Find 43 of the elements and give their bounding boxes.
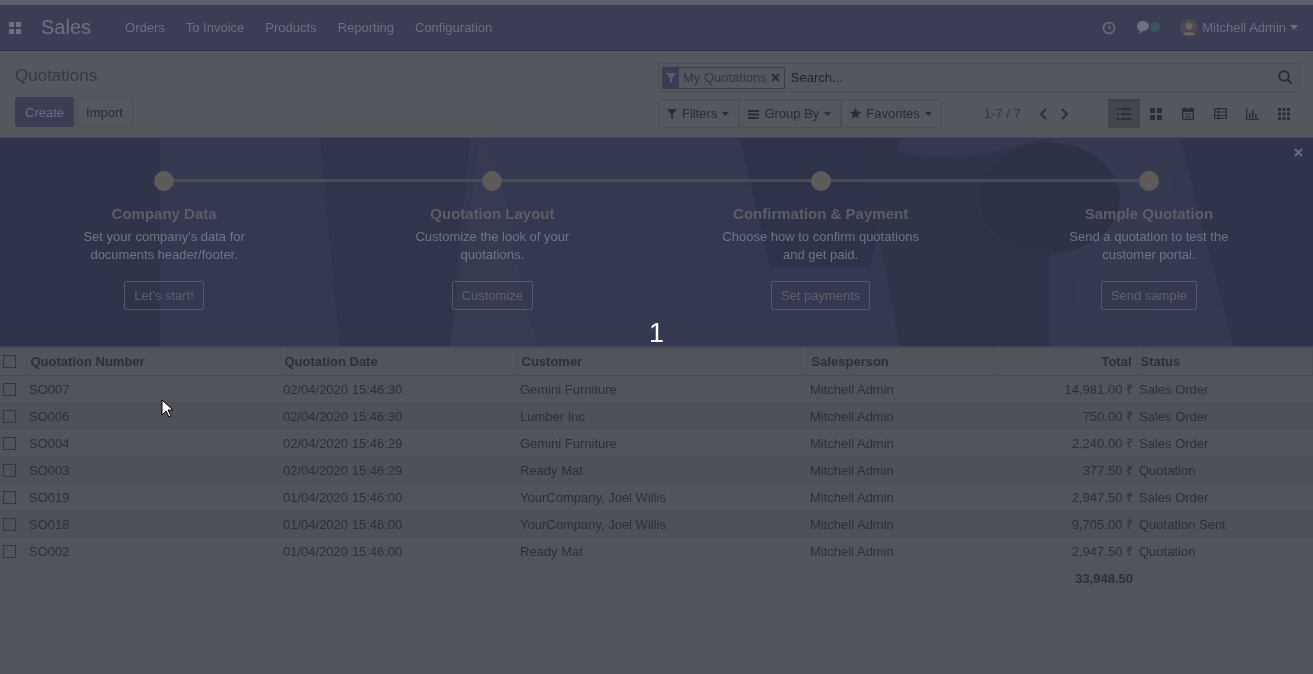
filter-icon: [666, 72, 676, 83]
avatar-icon: [1180, 18, 1199, 37]
row-checkbox[interactable]: [3, 463, 16, 477]
step-dot-icon: [482, 171, 503, 191]
step-description: Set your company's data for documents header/footer.: [82, 228, 246, 264]
step-description: Send a quotation to test the customer portal.: [1068, 228, 1230, 264]
remove-icon[interactable]: [770, 73, 780, 82]
search-icon[interactable]: [1278, 70, 1293, 85]
close-icon: [1294, 148, 1303, 157]
clock-icon[interactable]: [1102, 20, 1117, 35]
caret-icon: [722, 111, 730, 116]
close-button[interactable]: [1294, 148, 1303, 157]
caret-icon: [924, 111, 932, 116]
apps-menu-icon[interactable]: [9, 21, 21, 34]
row-checkbox[interactable]: [3, 517, 16, 531]
step-description: Choose how to confirm quotations and get paid.: [721, 228, 920, 264]
list-view-button[interactable]: [1108, 99, 1140, 128]
row-checkbox[interactable]: [3, 382, 16, 396]
bar-chart-icon: [1245, 107, 1259, 120]
mouse-cursor-icon: [161, 399, 173, 418]
dots-grid-icon: [1278, 107, 1290, 120]
step-dot-icon: [1138, 171, 1159, 191]
caret-icon: [1290, 25, 1298, 30]
caret-icon: [824, 111, 832, 116]
row-checkbox[interactable]: [3, 409, 16, 423]
step-description: Customize the look of your quotations.: [414, 228, 571, 264]
step-dot-icon: [154, 171, 175, 191]
grid-icon: [1150, 107, 1162, 120]
select-all-checkbox[interactable]: [3, 355, 16, 368]
row-checkbox[interactable]: [3, 490, 16, 504]
tour-step-number: 1: [649, 320, 665, 346]
chat-icon[interactable]: [1136, 19, 1163, 36]
calendar-icon: [1182, 107, 1194, 120]
filter-icon: [667, 108, 677, 119]
row-checkbox[interactable]: [3, 544, 16, 558]
step-dot-icon: [810, 171, 831, 191]
next-icon[interactable]: [1060, 107, 1069, 120]
table-icon: [1213, 108, 1227, 119]
previous-icon[interactable]: [1038, 107, 1047, 120]
row-checkbox[interactable]: [3, 436, 16, 450]
star-icon: [850, 108, 862, 119]
list-icon: [1117, 107, 1131, 120]
lines-icon: [748, 108, 760, 119]
